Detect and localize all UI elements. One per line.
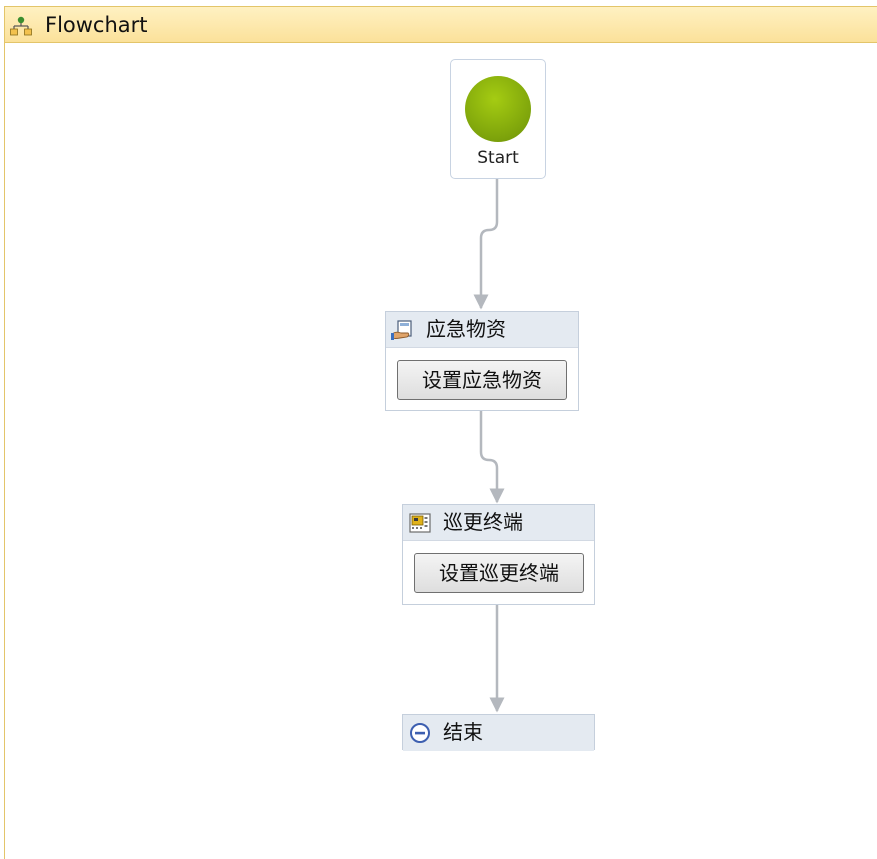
activity-header: 结束 xyxy=(403,715,594,751)
start-circle-icon xyxy=(465,76,531,142)
terminal-icon xyxy=(409,513,431,533)
flowchart-icon xyxy=(10,16,32,36)
activity-emergency-supplies[interactable]: 应急物资 设置应急物资 xyxy=(385,311,579,411)
activity-header: 应急物资 xyxy=(386,312,578,348)
activity-header: 巡更终端 xyxy=(403,505,594,541)
set-patrol-terminal-button[interactable]: 设置巡更终端 xyxy=(414,553,584,593)
end-node[interactable]: 结束 xyxy=(402,714,595,751)
activity-patrol-terminal[interactable]: 巡更终端 设置巡更终端 xyxy=(402,504,595,605)
end-title: 结束 xyxy=(443,720,483,744)
set-emergency-supplies-button[interactable]: 设置应急物资 xyxy=(397,360,567,400)
minus-circle-icon xyxy=(410,723,430,743)
start-label: Start xyxy=(477,148,519,168)
flowchart-title: Flowchart xyxy=(45,13,148,37)
activity-title: 巡更终端 xyxy=(443,510,523,534)
start-node[interactable]: Start xyxy=(450,59,546,179)
flowchart-header[interactable]: Flowchart xyxy=(5,7,877,43)
hand-card-icon xyxy=(391,320,412,340)
activity-title: 应急物资 xyxy=(426,317,506,341)
